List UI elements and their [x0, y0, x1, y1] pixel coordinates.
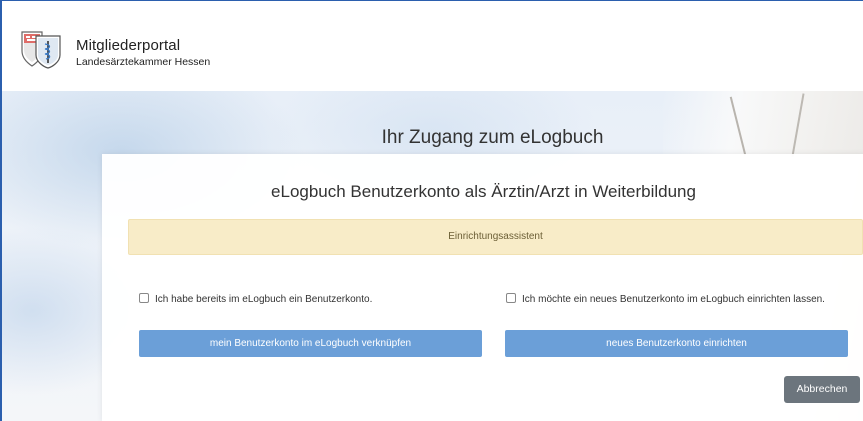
new-account-label: Ich möchte ein neues Benutzerkonto im eL…: [522, 294, 825, 305]
link-account-button[interactable]: mein Benutzerkonto im eLogbuch verknüpfe…: [139, 330, 482, 357]
account-setup-card: eLogbuch Benutzerkonto als Ärztin/Arzt i…: [102, 154, 863, 421]
new-account-checkbox[interactable]: [506, 293, 516, 303]
landesaerztekammer-logo-icon[interactable]: [20, 29, 64, 69]
browser-frame: Mitgliederportal Landesärztekammer Hesse…: [0, 0, 863, 421]
create-account-button[interactable]: neues Benutzerkonto einrichten: [505, 330, 848, 357]
option-new-account[interactable]: Ich möchte ein neues Benutzerkonto im eL…: [506, 292, 846, 307]
wizard-alert: Einrichtungsassistent: [128, 219, 863, 255]
existing-account-label: Ich habe bereits im eLogbuch ein Benutze…: [155, 294, 373, 305]
option-existing-account[interactable]: Ich habe bereits im eLogbuch ein Benutze…: [139, 292, 469, 307]
card-title: eLogbuch Benutzerkonto als Ärztin/Arzt i…: [271, 182, 696, 201]
hero-title: Ihr Zugang zum eLogbuch: [381, 127, 604, 148]
portal-subtitle: Landesärztekammer Hessen: [76, 56, 211, 68]
site-header: Mitgliederportal Landesärztekammer Hesse…: [2, 1, 863, 91]
cancel-button[interactable]: Abbrechen: [784, 376, 860, 403]
portal-title: Mitgliederportal: [76, 37, 181, 54]
existing-account-checkbox[interactable]: [139, 293, 149, 303]
